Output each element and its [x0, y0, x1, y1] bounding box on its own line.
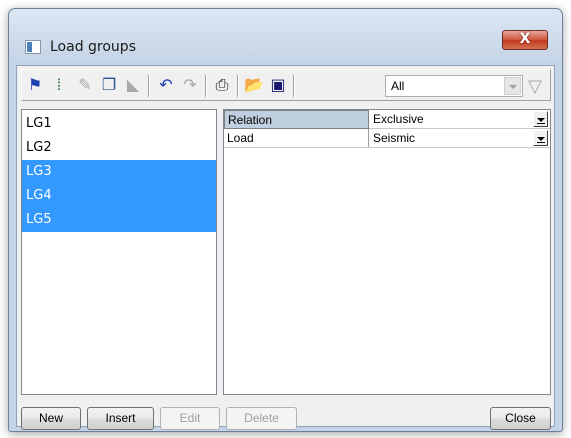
filter-combobox-value: All [391, 79, 405, 93]
delete-icon: ◣ [126, 77, 140, 94]
redo-icon: ↷ [183, 77, 197, 94]
window-title: Load groups [50, 39, 136, 55]
property-value[interactable]: Seismic [370, 129, 533, 147]
new-button[interactable]: New [21, 407, 81, 430]
property-name: Relation [224, 110, 369, 129]
edit-pencil-icon: ✎ [78, 77, 92, 94]
list-item[interactable]: LG5 [22, 208, 216, 232]
property-row[interactable]: Relation Exclusive [224, 110, 550, 129]
toolbar: ⚑ ⁞ ✎ ❐ ◣ ↶ ↷ ⎙ 📂 ▣ All ▽ [21, 69, 551, 101]
toolbar-separator [148, 75, 150, 97]
undo-icon[interactable]: ↶ [156, 76, 176, 96]
dropdown-arrow-icon[interactable] [533, 111, 548, 127]
list-item[interactable]: LG2 [22, 136, 216, 160]
open-folder-icon[interactable]: 📂 [244, 76, 264, 96]
save-icon[interactable]: ▣ [268, 76, 288, 96]
list-item[interactable]: LG4 [22, 184, 216, 208]
insert-button[interactable]: Insert [87, 407, 154, 430]
delete-button: Delete [226, 407, 297, 430]
list-item[interactable]: LG3 [22, 160, 216, 184]
title-bar[interactable]: Load groups X [9, 9, 562, 65]
close-button[interactable]: Close [490, 407, 551, 430]
edit-button: Edit [160, 407, 220, 430]
print-icon[interactable]: ⎙ [212, 76, 232, 96]
property-name: Load [224, 129, 369, 147]
app-icon [25, 40, 41, 54]
filter-combobox[interactable]: All [385, 75, 523, 97]
toolbar-separator [293, 75, 295, 97]
insert-icon[interactable]: ⁞ [49, 76, 69, 96]
copy-icon[interactable]: ❐ [99, 76, 119, 96]
toolbar-separator [237, 75, 239, 97]
property-row[interactable]: Load Seismic [224, 129, 550, 148]
new-group-icon[interactable]: ⚑ [25, 76, 45, 96]
load-groups-window: Load groups X ⚑ ⁞ ✎ ❐ ◣ ↶ ↷ ⎙ 📂 ▣ All ▽ … [8, 8, 563, 432]
property-value[interactable]: Exclusive [370, 110, 533, 128]
dialog-client-area: ⚑ ⁞ ✎ ❐ ◣ ↶ ↷ ⎙ 📂 ▣ All ▽ LG1 LG2 LG3 LG4 LG… [16, 65, 555, 430]
toolbar-separator [205, 75, 207, 97]
load-group-list[interactable]: LG1 LG2 LG3 LG4 LG5 [21, 109, 217, 395]
filter-icon: ▽ [528, 76, 542, 96]
dropdown-arrow-icon[interactable] [533, 130, 548, 146]
property-grid: Relation Exclusive Load Seismic [223, 109, 551, 395]
window-close-button[interactable]: X [502, 30, 548, 50]
chevron-down-icon[interactable] [504, 77, 521, 95]
list-item[interactable]: LG1 [22, 112, 216, 136]
